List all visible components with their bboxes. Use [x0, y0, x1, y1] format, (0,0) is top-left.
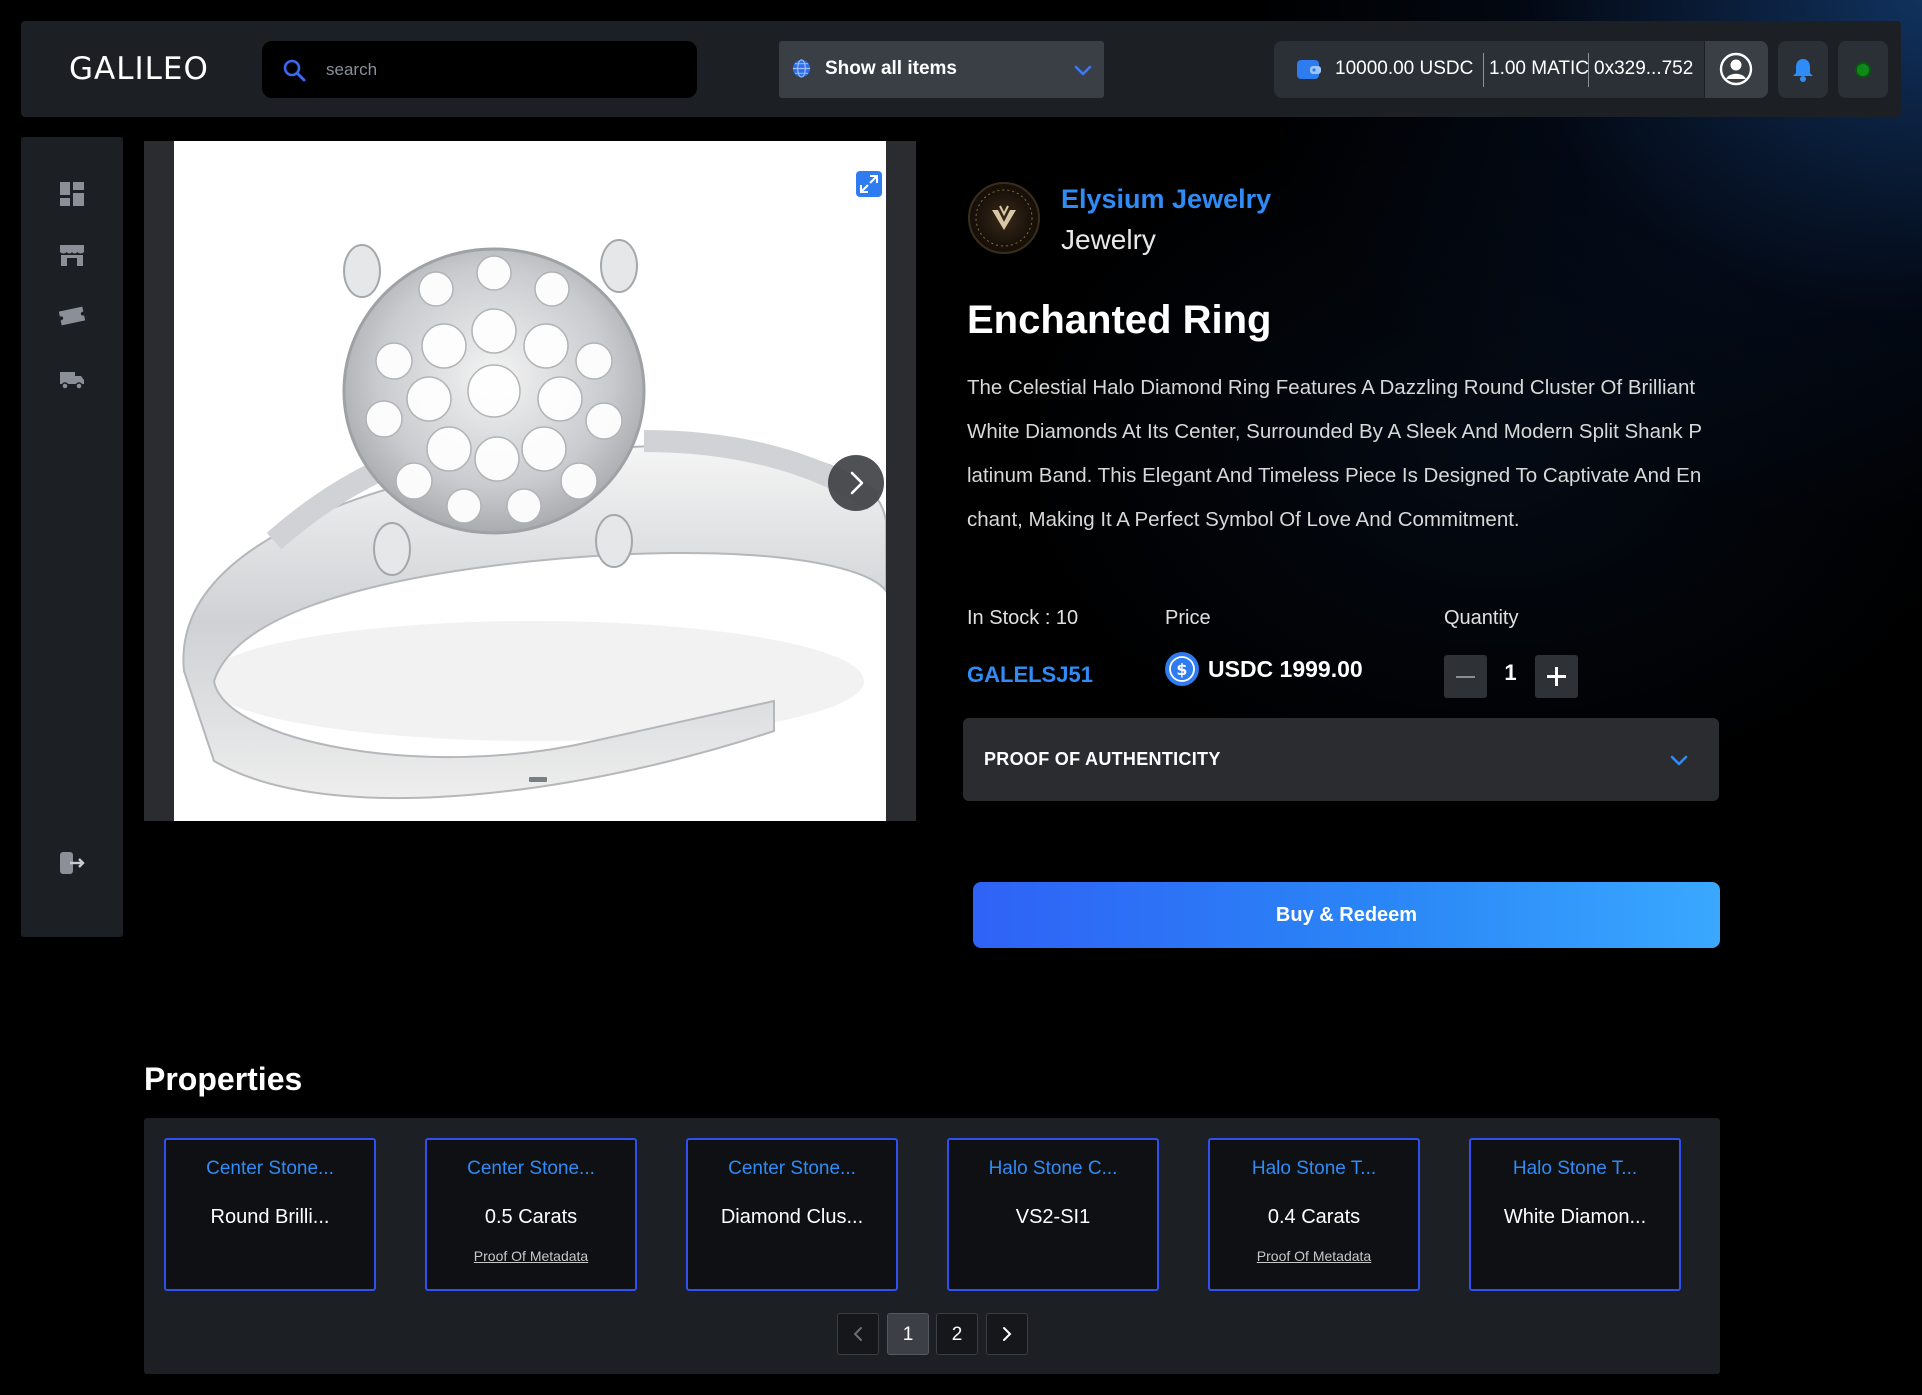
stock-label: In Stock : 10: [967, 607, 1079, 629]
profile-button[interactable]: [1704, 41, 1768, 98]
wallet-icon: [1297, 60, 1321, 79]
property-value: Diamond Clus...: [720, 1206, 864, 1228]
property-value: VS2-SI1: [1015, 1206, 1091, 1228]
logout-icon[interactable]: [58, 849, 86, 877]
matic-balance: 1.00 MATIC: [1489, 58, 1589, 79]
brand-emblem-icon: [975, 189, 1033, 247]
usdc-coin-icon: $: [1165, 652, 1199, 686]
property-key: Center Stone...: [728, 1158, 856, 1179]
top-bar: GALILEO search Show all items 10000.00 U…: [21, 21, 1901, 117]
user-avatar-icon: [1719, 52, 1753, 86]
property-key: Halo Stone T...: [1512, 1158, 1638, 1179]
price-value: USDC 1999.00: [1208, 656, 1363, 682]
pagination-next-button[interactable]: [986, 1313, 1028, 1355]
dashboard-icon[interactable]: [58, 180, 86, 208]
product-title: Enchanted Ring: [967, 298, 1272, 342]
property-value: White Diamon...: [1503, 1206, 1647, 1228]
properties-heading: Properties: [144, 1061, 303, 1097]
bell-icon: [1793, 59, 1813, 82]
connection-status: [1838, 41, 1888, 98]
pagination-prev-button[interactable]: [837, 1313, 879, 1355]
proof-of-authenticity-accordion[interactable]: PROOF OF AUTHENTICITY: [963, 718, 1719, 801]
store-icon[interactable]: [58, 241, 86, 269]
property-key: Halo Stone T...: [1251, 1158, 1377, 1179]
property-card[interactable]: Halo Stone T... 0.4 Carats Proof Of Meta…: [1208, 1138, 1420, 1291]
ring-illustration: [182, 239, 886, 800]
quantity-decrease-button[interactable]: [1444, 655, 1487, 698]
property-card[interactable]: Center Stone... 0.5 Carats Proof Of Meta…: [425, 1138, 637, 1291]
property-value: Round Brilli...: [210, 1206, 330, 1228]
property-key: Center Stone...: [467, 1158, 595, 1179]
brand-logo[interactable]: [968, 182, 1040, 254]
property-key: Halo Stone C...: [988, 1158, 1118, 1179]
divider: [1588, 53, 1589, 87]
product-image[interactable]: [174, 141, 886, 821]
search-icon: [283, 59, 306, 82]
proof-of-metadata-link[interactable]: Proof Of Metadata: [1210, 1248, 1418, 1264]
truck-icon[interactable]: [58, 365, 86, 393]
search-box[interactable]: search: [262, 41, 697, 98]
chevron-down-icon: [1074, 65, 1092, 76]
brand-name-link[interactable]: Elysium Jewelry: [1061, 184, 1271, 215]
brand-category: Jewelry: [1061, 224, 1156, 255]
property-key: Center Stone...: [206, 1158, 334, 1179]
usdc-balance: 10000.00 USDC: [1335, 58, 1474, 79]
product-image-gallery: [144, 141, 916, 821]
search-input[interactable]: search: [326, 60, 377, 80]
property-card[interactable]: Center Stone... Diamond Clus...: [686, 1138, 898, 1291]
chevron-right-icon: [850, 471, 864, 495]
pagination-page-2[interactable]: 2: [936, 1313, 978, 1355]
properties-panel: Center Stone... Round Brilli... Center S…: [144, 1118, 1720, 1374]
divider: [1483, 53, 1484, 87]
ticket-icon[interactable]: [58, 303, 86, 331]
next-image-button[interactable]: [828, 455, 884, 511]
wallet-address[interactable]: 0x329...752: [1594, 58, 1693, 80]
chevron-down-icon: [1670, 755, 1688, 766]
property-card[interactable]: Halo Stone T... White Diamon...: [1469, 1138, 1681, 1291]
property-card[interactable]: Center Stone... Round Brilli...: [164, 1138, 376, 1291]
page-number: 2: [951, 1324, 963, 1345]
slide-indicator[interactable]: [529, 777, 547, 782]
expand-image-button[interactable]: [852, 167, 886, 201]
product-description: The Celestial Halo Diamond Ring Features…: [967, 376, 1702, 531]
chevron-right-icon: [1003, 1327, 1012, 1341]
globe-icon: [792, 59, 811, 78]
quantity-value[interactable]: 1: [1487, 660, 1534, 686]
wallet-panel[interactable]: 10000.00 USDC 1.00 MATIC 0x329...752: [1274, 41, 1768, 98]
expand-icon: [860, 175, 878, 193]
buy-redeem-button[interactable]: Buy & Redeem: [973, 882, 1720, 948]
filter-label: Show all items: [825, 58, 957, 79]
item-filter-dropdown[interactable]: Show all items: [779, 41, 1104, 98]
svg-text:$: $: [1176, 660, 1187, 679]
property-card[interactable]: Halo Stone C... VS2-SI1: [947, 1138, 1159, 1291]
chevron-left-icon: [853, 1327, 862, 1341]
notifications-button[interactable]: [1778, 41, 1828, 98]
price-label: Price: [1165, 607, 1211, 629]
quantity-increase-button[interactable]: [1535, 655, 1578, 698]
sidebar: [21, 137, 123, 937]
proof-label: PROOF OF AUTHENTICITY: [984, 749, 1221, 769]
proof-of-metadata-link[interactable]: Proof Of Metadata: [427, 1248, 635, 1264]
app-logo[interactable]: GALILEO: [69, 51, 209, 87]
status-dot: [1855, 62, 1871, 78]
page-number: 1: [902, 1324, 914, 1345]
pagination-page-1[interactable]: 1: [887, 1313, 929, 1355]
property-value: 0.5 Carats: [484, 1206, 578, 1228]
product-sku: GALELSJ51: [967, 662, 1093, 687]
property-value: 0.4 Carats: [1267, 1206, 1361, 1228]
quantity-label: Quantity: [1444, 607, 1519, 629]
